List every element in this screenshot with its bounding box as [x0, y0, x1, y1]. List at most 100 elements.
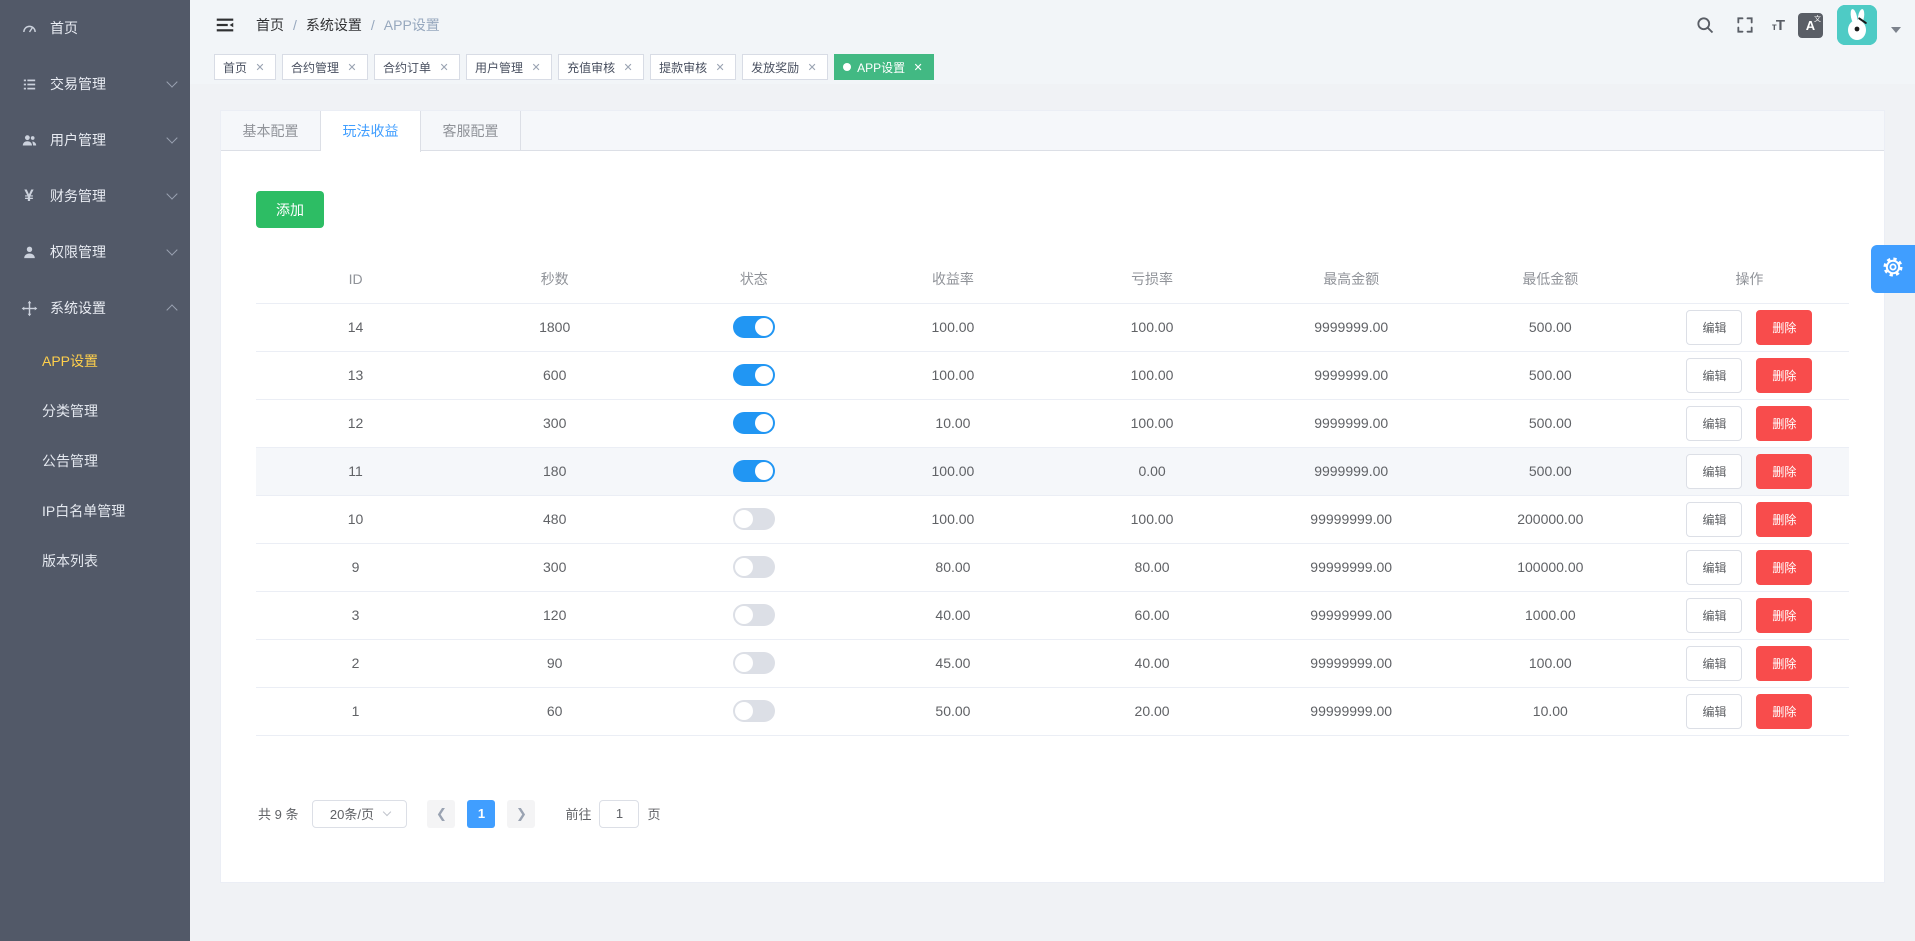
cell-id: 3	[256, 591, 455, 639]
close-icon[interactable]: ✕	[529, 60, 543, 74]
sidebar-item-4[interactable]: 权限管理	[0, 224, 190, 280]
cell-seconds: 600	[455, 351, 654, 399]
status-toggle[interactable]	[733, 508, 775, 530]
system-icon	[20, 299, 38, 317]
tab-tag[interactable]: 用户管理 ✕	[466, 54, 552, 80]
edit-button[interactable]: 编辑	[1686, 358, 1742, 393]
prev-page-button[interactable]: ❮	[427, 800, 455, 828]
cell-seconds: 480	[455, 495, 654, 543]
tab[interactable]: 基本配置	[221, 111, 321, 150]
status-toggle[interactable]	[733, 316, 775, 338]
fullscreen-icon[interactable]	[1732, 12, 1758, 38]
status-toggle[interactable]	[733, 412, 775, 434]
sidebar-subitem[interactable]: 版本列表	[0, 536, 190, 586]
font-size-icon[interactable]: тT	[1772, 17, 1784, 34]
status-toggle[interactable]	[733, 700, 775, 722]
sidebar-item-1[interactable]: 交易管理	[0, 56, 190, 112]
sidebar-subitem[interactable]: APP设置	[0, 336, 190, 386]
delete-button[interactable]: 删除	[1756, 646, 1812, 681]
edit-button[interactable]: 编辑	[1686, 694, 1742, 729]
delete-button[interactable]: 删除	[1756, 406, 1812, 441]
chevron-icon	[166, 244, 177, 255]
close-icon[interactable]: ✕	[253, 60, 267, 74]
tab-tag[interactable]: 合约订单 ✕	[374, 54, 460, 80]
cell-id: 1	[256, 687, 455, 735]
tab-tag[interactable]: 发放奖励 ✕	[742, 54, 828, 80]
cell-loss-rate: 40.00	[1053, 639, 1252, 687]
status-toggle[interactable]	[733, 604, 775, 626]
cell-id: 13	[256, 351, 455, 399]
sidebar-subitem[interactable]: 公告管理	[0, 436, 190, 486]
cell-status	[654, 447, 853, 495]
tab-tag[interactable]: APP设置 ✕	[834, 54, 934, 80]
tab[interactable]: 客服配置	[421, 111, 521, 150]
settings-gear-button[interactable]	[1871, 245, 1915, 293]
delete-button[interactable]: 删除	[1756, 358, 1812, 393]
sidebar: 首页 交易管理 用户管理 ¥ 财务管理 权限管理 系统设置 APP设置 分类管理…	[0, 0, 190, 941]
column-header: ID	[256, 255, 455, 303]
status-toggle[interactable]	[733, 364, 775, 386]
tab[interactable]: 玩法收益	[321, 111, 421, 152]
add-button[interactable]: 添加	[256, 191, 324, 228]
sidebar-item-0[interactable]: 首页	[0, 0, 190, 56]
delete-button[interactable]: 删除	[1756, 454, 1812, 489]
tab-tag[interactable]: 充值审核 ✕	[558, 54, 644, 80]
goto-page-input[interactable]	[599, 800, 639, 828]
breadcrumb-section[interactable]: 系统设置	[306, 15, 362, 35]
edit-button[interactable]: 编辑	[1686, 454, 1742, 489]
tab-tag[interactable]: 首页 ✕	[214, 54, 276, 80]
hamburger-icon[interactable]	[214, 14, 236, 36]
cell-seconds: 1800	[455, 303, 654, 351]
cell-seconds: 60	[455, 687, 654, 735]
sidebar-item-3[interactable]: ¥ 财务管理	[0, 168, 190, 224]
close-icon[interactable]: ✕	[713, 60, 727, 74]
page-size-select[interactable]: 20条/页	[312, 800, 407, 828]
sidebar-subitem-label: 版本列表	[42, 551, 98, 571]
status-toggle[interactable]	[733, 652, 775, 674]
edit-button[interactable]: 编辑	[1686, 550, 1742, 585]
avatar[interactable]	[1837, 5, 1877, 45]
search-icon[interactable]	[1692, 12, 1718, 38]
sidebar-item-label: 用户管理	[50, 130, 168, 150]
edit-button[interactable]: 编辑	[1686, 646, 1742, 681]
cell-profit-rate: 40.00	[853, 591, 1052, 639]
current-page-button[interactable]: 1	[467, 800, 495, 828]
delete-button[interactable]: 删除	[1756, 598, 1812, 633]
sidebar-item-5[interactable]: 系统设置	[0, 280, 190, 336]
cell-max-amount: 99999999.00	[1252, 591, 1451, 639]
status-toggle[interactable]	[733, 460, 775, 482]
sidebar-subitem[interactable]: 分类管理	[0, 386, 190, 436]
delete-button[interactable]: 删除	[1756, 310, 1812, 345]
tab-tag[interactable]: 合约管理 ✕	[282, 54, 368, 80]
close-icon[interactable]: ✕	[345, 60, 359, 74]
cell-min-amount: 200000.00	[1451, 495, 1650, 543]
close-icon[interactable]: ✕	[805, 60, 819, 74]
cell-profit-rate: 100.00	[853, 447, 1052, 495]
money-icon: ¥	[20, 187, 38, 205]
sidebar-item-2[interactable]: 用户管理	[0, 112, 190, 168]
next-page-button[interactable]: ❯	[507, 800, 535, 828]
edit-button[interactable]: 编辑	[1686, 310, 1742, 345]
dashboard-icon	[20, 19, 38, 37]
breadcrumb-home[interactable]: 首页	[256, 15, 284, 35]
delete-button[interactable]: 删除	[1756, 550, 1812, 585]
cell-seconds: 180	[455, 447, 654, 495]
edit-button[interactable]: 编辑	[1686, 406, 1742, 441]
cell-status	[654, 687, 853, 735]
close-icon[interactable]: ✕	[437, 60, 451, 74]
tag-label: 合约订单	[383, 59, 431, 76]
close-icon[interactable]: ✕	[911, 60, 925, 74]
close-icon[interactable]: ✕	[621, 60, 635, 74]
column-header: 操作	[1650, 255, 1849, 303]
edit-button[interactable]: 编辑	[1686, 502, 1742, 537]
chevron-down-icon[interactable]	[1891, 27, 1901, 33]
delete-button[interactable]: 删除	[1756, 694, 1812, 729]
delete-button[interactable]: 删除	[1756, 502, 1812, 537]
status-toggle[interactable]	[733, 556, 775, 578]
edit-button[interactable]: 编辑	[1686, 598, 1742, 633]
translate-icon[interactable]: A 文	[1798, 13, 1823, 38]
tab-tag[interactable]: 提款审核 ✕	[650, 54, 736, 80]
sidebar-subitem[interactable]: IP白名单管理	[0, 486, 190, 536]
table-row: 13 600 100.00 100.00 9999999.00 500.00 编…	[256, 351, 1849, 399]
chevron-icon	[166, 304, 177, 315]
